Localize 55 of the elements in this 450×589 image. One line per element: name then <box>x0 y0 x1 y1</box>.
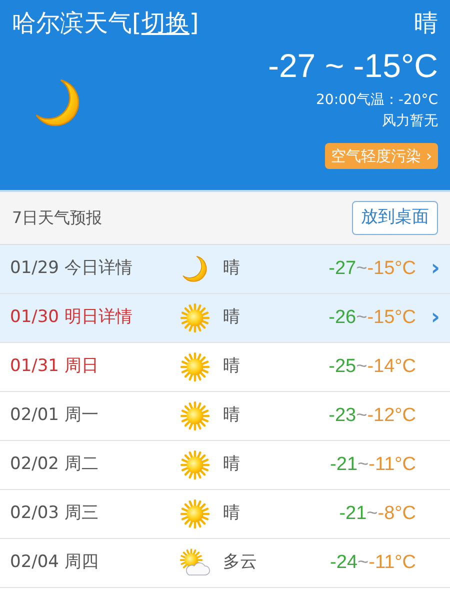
date-label: 01/30 明日详情 <box>10 306 134 330</box>
condition-text: 晴 <box>223 355 241 378</box>
tilde: ~ <box>358 452 369 477</box>
sun-icon <box>180 352 210 382</box>
tilde: ~ <box>356 354 368 379</box>
condition-text: 晴 <box>223 502 241 526</box>
high-temperature: -15°C <box>367 306 416 330</box>
high-temperature: -8°C <box>378 502 416 526</box>
low-temperature: -24 <box>330 550 358 575</box>
low-temperature: -26 <box>328 306 356 330</box>
high-temperature: -11°C <box>368 550 416 575</box>
date-label: 02/03 周三 <box>10 502 100 526</box>
low-temperature: -21 <box>339 502 367 526</box>
tilde: ~ <box>356 306 368 330</box>
tilde: ~ <box>356 404 368 428</box>
bracket: ] <box>189 8 199 38</box>
condition-text: 晴 <box>223 453 241 476</box>
condition-text: 晴 <box>223 257 241 280</box>
high-temperature: -12°C <box>367 404 416 428</box>
desktop-button[interactable]: 放到桌面 <box>352 201 438 235</box>
high-temperature: -11°C <box>368 452 416 477</box>
condition-text: 晴 <box>223 404 241 428</box>
sun-cloud-icon <box>180 548 210 578</box>
bracket: [ <box>132 8 142 38</box>
high-temperature: -15°C <box>367 256 416 281</box>
tilde: ~ <box>358 550 369 575</box>
current-temperature: 20:00气温：-20°C <box>316 91 438 110</box>
city-title: 哈尔滨天气 <box>12 8 132 38</box>
temperature-range: -27 ~ -15°C <box>268 46 438 86</box>
condition-text: 晴 <box>414 8 438 38</box>
condition-text: 晴 <box>223 306 241 330</box>
forecast-row[interactable]: 01/29 今日详情 晴 -27~-15°C › <box>0 245 450 294</box>
low-temperature: -27 <box>328 256 356 281</box>
low-temperature: -21 <box>330 452 358 477</box>
tilde: ~ <box>356 256 368 281</box>
date-label: 01/31 周日 <box>10 355 100 378</box>
tilde: ~ <box>366 502 378 526</box>
sun-icon <box>180 303 210 333</box>
low-temperature: -25 <box>328 354 356 379</box>
date-label: 02/04 周四 <box>10 551 100 574</box>
switch-link[interactable]: 切换 <box>141 8 190 38</box>
high-temperature: -14°C <box>367 354 416 379</box>
condition-text: 多云 <box>223 551 258 574</box>
date-label: 02/02 周二 <box>10 453 100 476</box>
sun-icon <box>180 401 210 431</box>
chevron-icon: › <box>430 258 440 280</box>
chevron-icon: › <box>430 307 440 329</box>
forecast-row[interactable]: 01/30 明日详情 晴 -26~-15°C › <box>0 294 450 343</box>
sun-icon <box>180 499 210 529</box>
forecast-title: 7日天气预报 <box>12 207 102 229</box>
date-label: 02/01 周一 <box>10 404 100 428</box>
sun-icon <box>180 450 210 480</box>
low-temperature: -23 <box>328 404 356 428</box>
wind-text: 风力暂无 <box>382 112 438 131</box>
date-label: 01/29 今日详情 <box>10 257 134 280</box>
